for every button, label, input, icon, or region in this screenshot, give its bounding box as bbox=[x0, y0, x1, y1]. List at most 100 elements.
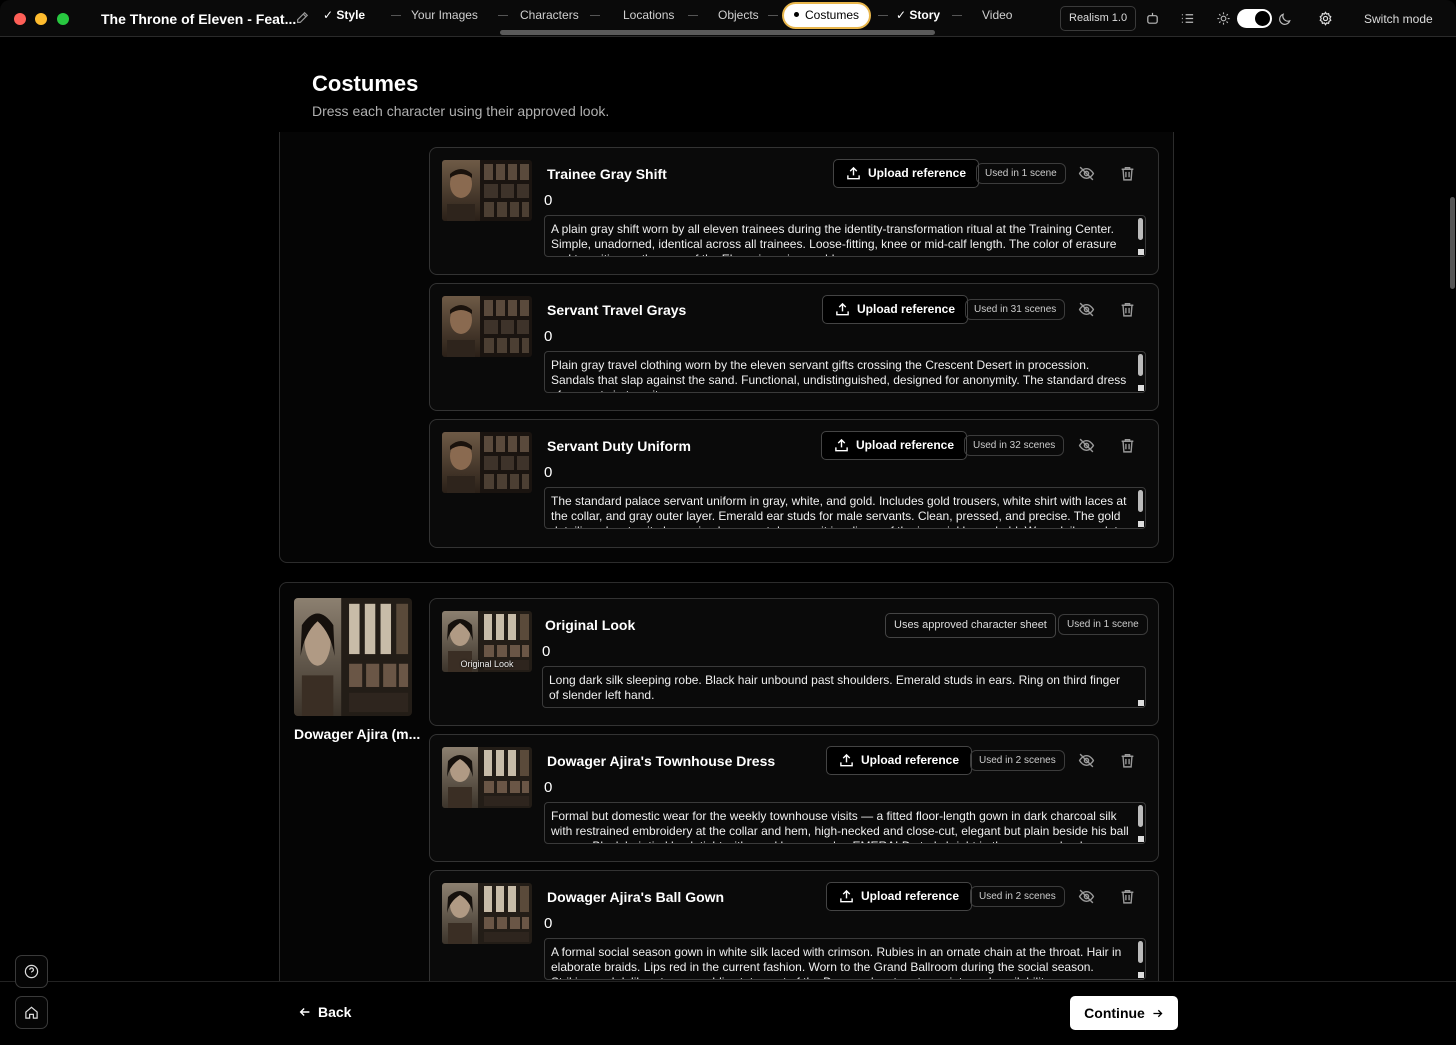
character-portrait[interactable] bbox=[294, 598, 412, 716]
page-scrollbar[interactable] bbox=[1450, 197, 1455, 289]
toggle-knob bbox=[1255, 11, 1270, 26]
trash-icon[interactable] bbox=[1119, 301, 1136, 318]
back-label: Back bbox=[318, 1004, 352, 1020]
upload-reference-button[interactable]: Upload reference bbox=[826, 746, 973, 775]
costume-title: Dowager Ajira's Ball Gown bbox=[547, 889, 725, 905]
costume-thumbnail[interactable]: Original Look bbox=[442, 611, 532, 672]
trash-icon[interactable] bbox=[1119, 437, 1136, 454]
switch-mode-button[interactable]: Switch mode bbox=[1364, 12, 1433, 26]
costume-description-field[interactable]: Long dark silk sleeping robe. Black hair… bbox=[542, 666, 1146, 708]
costume-thumbnail[interactable] bbox=[442, 160, 532, 221]
costume-thumbnail[interactable] bbox=[442, 883, 532, 944]
list-icon[interactable] bbox=[1180, 11, 1195, 26]
costume-list[interactable]: Trainee Gray Shift 0 Upload reference Us… bbox=[0, 132, 1456, 981]
trash-icon[interactable] bbox=[1119, 165, 1136, 182]
eye-off-icon[interactable] bbox=[1078, 301, 1095, 318]
description-scrollbar[interactable] bbox=[1138, 805, 1143, 827]
costume-title: Servant Duty Uniform bbox=[547, 438, 691, 454]
upload-reference-button[interactable]: Upload reference bbox=[833, 159, 980, 188]
costume-card: Original Look Original Look 0 Uses appro… bbox=[429, 598, 1159, 726]
zoom-window-button[interactable] bbox=[57, 13, 69, 25]
continue-button[interactable]: Continue bbox=[1070, 996, 1178, 1030]
tab-story[interactable]: ✓ Story bbox=[896, 8, 940, 22]
realism-badge[interactable]: Realism 1.0 bbox=[1060, 6, 1137, 31]
description-scrollbar[interactable] bbox=[1138, 218, 1143, 240]
upload-icon bbox=[840, 753, 853, 767]
eye-off-icon[interactable] bbox=[1078, 165, 1095, 182]
upload-reference-button[interactable]: Upload reference bbox=[826, 882, 973, 911]
back-button[interactable]: Back bbox=[298, 1004, 351, 1020]
usage-badge: Used in 1 scene bbox=[976, 163, 1066, 184]
eye-off-icon[interactable] bbox=[1078, 752, 1095, 769]
tab-separator bbox=[952, 15, 962, 16]
costume-thumbnail[interactable] bbox=[442, 296, 532, 357]
upload-reference-label: Upload reference bbox=[857, 302, 956, 316]
costume-description-field[interactable]: Formal but domestic wear for the weekly … bbox=[544, 802, 1146, 844]
upload-reference-label: Upload reference bbox=[856, 438, 955, 452]
tab-separator bbox=[391, 15, 401, 16]
upload-reference-label: Upload reference bbox=[868, 166, 967, 180]
tab-separator bbox=[590, 15, 600, 16]
tab-costumes-label: Costumes bbox=[805, 8, 860, 22]
upload-reference-label: Upload reference bbox=[861, 889, 960, 903]
upload-reference-button[interactable]: Upload reference bbox=[822, 295, 969, 324]
costume-description-field[interactable]: A plain gray shift worn by all eleven tr… bbox=[544, 215, 1146, 257]
resize-handle[interactable] bbox=[1138, 972, 1144, 978]
trash-icon[interactable] bbox=[1119, 752, 1136, 769]
upload-reference-button[interactable]: Upload reference bbox=[821, 431, 968, 460]
page-title: Costumes bbox=[312, 71, 419, 96]
theme-toggle[interactable] bbox=[1237, 9, 1272, 28]
arrow-right-icon bbox=[1153, 1009, 1163, 1018]
eye-off-icon[interactable] bbox=[1078, 437, 1095, 454]
upload-icon bbox=[847, 166, 860, 180]
arrow-left-icon bbox=[299, 1008, 310, 1016]
upload-reference-label: Upload reference bbox=[861, 753, 960, 767]
tab-style[interactable]: ✓ Style bbox=[323, 8, 365, 22]
description-scrollbar[interactable] bbox=[1138, 941, 1143, 963]
character-name[interactable]: Dowager Ajira (m... bbox=[294, 726, 420, 742]
approved-sheet-button[interactable]: Uses approved character sheet bbox=[885, 613, 1056, 638]
usage-badge: Used in 2 scenes bbox=[970, 750, 1065, 771]
tabs-scrollbar[interactable] bbox=[500, 30, 935, 35]
costume-count: 0 bbox=[544, 328, 553, 345]
help-button[interactable] bbox=[15, 955, 48, 988]
close-window-button[interactable] bbox=[14, 13, 26, 25]
thumbnail-caption: Original Look bbox=[460, 659, 514, 669]
costume-card: Trainee Gray Shift 0 Upload reference Us… bbox=[429, 147, 1159, 275]
tab-separator bbox=[688, 15, 698, 16]
costume-card: Dowager Ajira's Townhouse Dress 0 Upload… bbox=[429, 734, 1159, 862]
description-scrollbar[interactable] bbox=[1138, 490, 1143, 512]
costume-description-field[interactable]: Plain gray travel clothing worn by the e… bbox=[544, 351, 1146, 393]
tab-costumes[interactable]: Costumes bbox=[782, 2, 872, 29]
costume-description-field[interactable]: The standard palace servant uniform in g… bbox=[544, 487, 1146, 529]
edit-title-icon[interactable] bbox=[295, 11, 309, 25]
costume-description: Long dark silk sleeping robe. Black hair… bbox=[549, 673, 1120, 702]
footer-bar bbox=[0, 981, 1456, 1045]
resize-handle[interactable] bbox=[1138, 521, 1144, 527]
tab-locations[interactable]: Locations bbox=[623, 8, 674, 22]
resize-handle[interactable] bbox=[1138, 249, 1144, 255]
costume-title: Dowager Ajira's Townhouse Dress bbox=[547, 753, 776, 769]
resize-handle[interactable] bbox=[1138, 836, 1144, 842]
minimize-window-button[interactable] bbox=[35, 13, 47, 25]
gear-icon[interactable] bbox=[1318, 11, 1333, 26]
home-button[interactable] bbox=[15, 996, 48, 1029]
tab-objects[interactable]: Objects bbox=[718, 8, 759, 22]
costume-count: 0 bbox=[544, 464, 553, 481]
tab-characters[interactable]: Characters bbox=[520, 8, 579, 22]
tab-your-images[interactable]: Your Images bbox=[411, 8, 478, 22]
tab-video[interactable]: Video bbox=[982, 8, 1012, 22]
moon-icon bbox=[1279, 13, 1291, 25]
description-scrollbar[interactable] bbox=[1138, 354, 1143, 376]
robot-icon[interactable] bbox=[1145, 11, 1160, 26]
resize-handle[interactable] bbox=[1138, 385, 1144, 391]
page-subtitle: Dress each character using their approve… bbox=[312, 103, 610, 119]
costume-thumbnail[interactable] bbox=[442, 432, 532, 493]
costume-title: Servant Travel Grays bbox=[547, 302, 687, 318]
eye-off-icon[interactable] bbox=[1078, 888, 1095, 905]
costume-description-field[interactable]: A formal social season gown in white sil… bbox=[544, 938, 1146, 980]
title-bar: The Throne of Eleven - Feat... ✓ Style Y… bbox=[0, 0, 1456, 37]
resize-handle[interactable] bbox=[1138, 700, 1144, 706]
trash-icon[interactable] bbox=[1119, 888, 1136, 905]
costume-thumbnail[interactable] bbox=[442, 747, 532, 808]
